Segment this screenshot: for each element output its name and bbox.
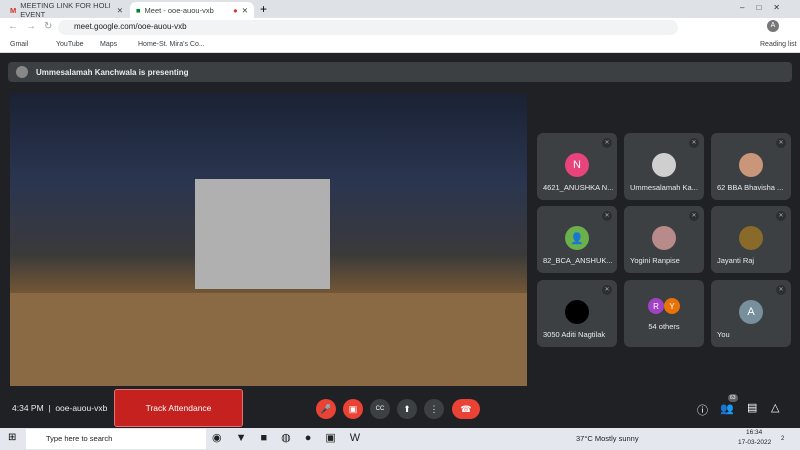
- windows-start-icon[interactable]: ⊞: [8, 432, 16, 443]
- avatar: [565, 300, 589, 324]
- leave-call-button[interactable]: ☎: [452, 399, 480, 419]
- more-options-button[interactable]: ⋮: [424, 399, 444, 419]
- avatar: A: [739, 300, 763, 324]
- taskbar-apps[interactable]: ◉▼■◍●▣W: [212, 431, 374, 444]
- people-count-badge: 63: [728, 394, 738, 402]
- bookmark-maps[interactable]: Maps: [100, 41, 117, 48]
- nav-buttons[interactable]: ←→↻: [8, 21, 60, 32]
- mic-off-icon: ✕: [776, 138, 786, 148]
- tab-gmail[interactable]: M MEETING LINK FOR HOLI EVENT ✕: [4, 1, 129, 19]
- activities-icon[interactable]: △: [771, 401, 779, 414]
- people-icon[interactable]: 👥: [720, 402, 734, 415]
- stage-floor: [10, 293, 527, 386]
- bookmark-home[interactable]: Home-St. Mira's Co...: [138, 41, 205, 48]
- others-tile[interactable]: R Y 54 others: [624, 280, 704, 347]
- window-controls[interactable]: –□✕: [740, 3, 792, 12]
- participant-tile[interactable]: ✕ 👤 82_BCA_ANSHUK...: [537, 206, 617, 273]
- participant-tile[interactable]: ✕ 62 BBA Bhavisha ...: [711, 133, 791, 200]
- new-tab-button[interactable]: +: [260, 2, 267, 16]
- meeting-info: 4:34 PM | ooe-auou-vxb: [12, 403, 108, 413]
- recording-icon: ●: [233, 5, 238, 15]
- bookmark-youtube[interactable]: YouTube: [56, 41, 84, 48]
- camera-toggle-button[interactable]: ▣: [343, 399, 363, 419]
- avatar: R: [648, 298, 664, 314]
- participant-tile[interactable]: ✕ N 4621_ANUSHKA N...: [537, 133, 617, 200]
- bookmark-gmail[interactable]: Gmail: [10, 41, 28, 48]
- address-bar[interactable]: meet.google.com/ooe-auou-vxb: [58, 20, 678, 35]
- avatar: Y: [664, 298, 680, 314]
- stage-screen: [195, 179, 330, 289]
- mic-off-icon: ✕: [776, 285, 786, 295]
- avatar: 👤: [565, 226, 589, 250]
- close-icon[interactable]: ✕: [117, 6, 123, 15]
- mic-off-icon: ✕: [689, 211, 699, 221]
- presentation-video: [10, 93, 527, 386]
- mic-off-icon: ✕: [602, 138, 612, 148]
- track-attendance-button[interactable]: Track Attendance: [114, 389, 243, 427]
- reading-list[interactable]: Reading list: [760, 41, 797, 48]
- mic-toggle-button[interactable]: 🎤: [316, 399, 336, 419]
- tab-meet[interactable]: ■ Meet - ooe-auou-vxb ● ✕: [130, 2, 254, 18]
- taskbar: ⊞ Type here to search ◉▼■◍●▣W 37°C Mostl…: [0, 428, 800, 450]
- clock-date[interactable]: 17-03-2022: [738, 439, 771, 446]
- bookmarks-bar: Gmail YouTube Maps Home-St. Mira's Co...…: [0, 37, 800, 53]
- chat-icon[interactable]: ▤: [747, 401, 757, 414]
- avatar: [739, 226, 763, 250]
- close-icon[interactable]: ✕: [242, 6, 248, 15]
- mic-off-icon: ✕: [776, 211, 786, 221]
- notification-count[interactable]: 2: [781, 436, 784, 442]
- participant-tile[interactable]: ✕ Ummesalamah Ka...: [624, 133, 704, 200]
- meet-icon: ■: [136, 5, 141, 15]
- weather[interactable]: 37°C Mostly sunny: [576, 434, 639, 443]
- profile-avatar[interactable]: A: [767, 20, 779, 32]
- avatar: [652, 153, 676, 177]
- participant-tile[interactable]: ✕ 3050 Aditi Nagtilak: [537, 280, 617, 347]
- self-tile[interactable]: ✕ A You: [711, 280, 791, 347]
- presenter-avatar: [16, 66, 28, 78]
- avatar: N: [565, 153, 589, 177]
- avatar: [739, 153, 763, 177]
- mic-off-icon: ✕: [602, 211, 612, 221]
- taskbar-search[interactable]: Type here to search: [26, 429, 206, 449]
- presenting-banner: Ummesalamah Kanchwala is presenting: [8, 62, 792, 82]
- info-icon[interactable]: ⓘ: [697, 402, 708, 418]
- mic-off-icon: ✕: [602, 285, 612, 295]
- avatar: [652, 226, 676, 250]
- gmail-icon: M: [10, 5, 17, 15]
- captions-button[interactable]: CC: [370, 399, 390, 419]
- present-button[interactable]: ⬆: [397, 399, 417, 419]
- participant-tile[interactable]: ✕ Yogini Ranpise: [624, 206, 704, 273]
- tab-bar: M MEETING LINK FOR HOLI EVENT ✕ ■ Meet - oo…: [0, 0, 800, 19]
- participant-tile[interactable]: ✕ Jayanti Raj: [711, 206, 791, 273]
- clock-time[interactable]: 16:34: [746, 429, 762, 436]
- mic-off-icon: ✕: [689, 138, 699, 148]
